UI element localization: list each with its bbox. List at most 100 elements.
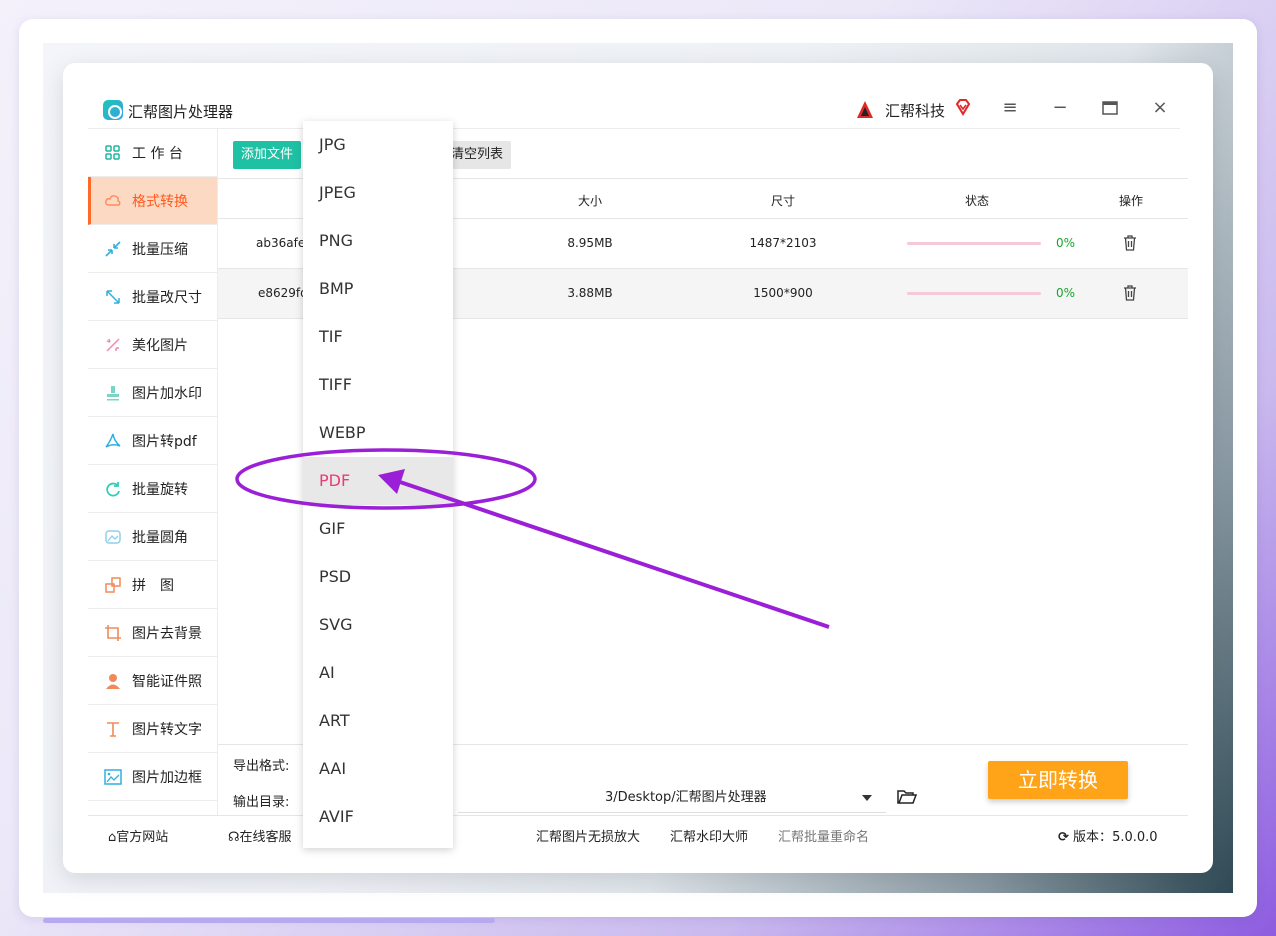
format-option-png[interactable]: PNG — [303, 217, 453, 265]
progress-percent: 0% — [1056, 236, 1076, 250]
refresh-icon: ⟳ — [1058, 830, 1069, 845]
sidebar: 工 作 台 格式转换 批量压缩 批量改尺寸 美化图片 图片加水印 图片转pdf — [88, 129, 218, 815]
headset-icon: ☊ — [228, 830, 240, 845]
format-option-pdf[interactable]: PDF — [303, 457, 453, 505]
frame-icon — [104, 768, 122, 786]
output-dir-select[interactable]: 3/Desktop/汇帮图片处理器 — [458, 783, 886, 813]
format-option-avif[interactable]: AVIF — [303, 793, 453, 841]
trash-icon[interactable] — [1123, 235, 1137, 251]
format-option-ai[interactable]: AI — [303, 649, 453, 697]
format-option-gif[interactable]: GIF — [303, 505, 453, 553]
format-option-webp[interactable]: WEBP — [303, 409, 453, 457]
column-header-status: 状态 — [964, 194, 990, 208]
file-size: 8.95MB — [567, 236, 613, 250]
crop-icon — [104, 624, 122, 642]
column-header-size: 大小 — [577, 194, 603, 208]
sidebar-item-label: 智能证件照 — [132, 673, 202, 690]
progress-percent: 0% — [1056, 286, 1076, 300]
format-option-art[interactable]: ART — [303, 697, 453, 745]
sidebar-item-resize[interactable]: 批量改尺寸 — [88, 273, 217, 321]
chevron-down-icon — [862, 795, 872, 801]
sidebar-item-label: 批量压缩 — [132, 241, 188, 258]
format-option-svg[interactable]: SVG — [303, 601, 453, 649]
sidebar-item-beautify[interactable]: 美化图片 — [88, 321, 217, 369]
format-option-jpg[interactable]: JPG — [303, 121, 453, 169]
compress-icon — [104, 240, 122, 258]
footer-link-rename[interactable]: 汇帮批量重命名 — [778, 826, 869, 845]
clear-list-button[interactable]: 清空列表 — [443, 141, 512, 169]
version-label: 版本： — [1073, 830, 1113, 845]
stamp-icon — [104, 384, 122, 402]
sidebar-item-label: 图片转pdf — [132, 433, 197, 450]
sidebar-item-rotate[interactable]: 批量旋转 — [88, 465, 217, 513]
file-name: ab36afe — [256, 236, 306, 250]
rotate-icon — [104, 480, 122, 498]
maximize-icon[interactable] — [1099, 97, 1121, 119]
puzzle-icon — [104, 576, 122, 594]
close-icon[interactable]: × — [1149, 97, 1171, 119]
progress-bar — [907, 292, 1041, 295]
sidebar-item-label: 拼 图 — [132, 577, 174, 594]
add-file-button[interactable]: 添加文件 — [233, 141, 302, 169]
footer-link-upscale[interactable]: 汇帮图片无损放大 — [536, 826, 640, 845]
sidebar-item-workbench[interactable]: 工 作 台 — [88, 129, 217, 177]
sidebar-item-watermark[interactable]: 图片加水印 — [88, 369, 217, 417]
website-link[interactable]: ⌂官方网站 — [108, 826, 168, 845]
sidebar-item-puzzle[interactable]: 拼 图 — [88, 561, 217, 609]
footer: ⌂官方网站 ☊在线客服 汇帮图片无损放大 汇帮水印大师 汇帮批量重命名 ⟳ 版本… — [88, 815, 1188, 852]
column-header-actions: 操作 — [1118, 194, 1144, 208]
brand-name: 汇帮科技 — [885, 102, 946, 120]
beautify-icon — [104, 336, 122, 354]
sidebar-item-round-corner[interactable]: 批量圆角 — [88, 513, 217, 561]
format-option-tiff[interactable]: TIFF — [303, 361, 453, 409]
brand-logo-icon — [857, 101, 873, 118]
convert-now-button[interactable]: 立即转换 — [988, 761, 1128, 799]
version-info: ⟳ 版本：5.0.0.0 — [1058, 826, 1158, 845]
sidebar-item-remove-background[interactable]: 图片去背景 — [88, 609, 217, 657]
format-dropdown: JPG JPEG PNG BMP TIF TIFF WEBP PDF GIF P… — [303, 121, 453, 848]
vip-diamond-icon[interactable] — [954, 98, 972, 116]
format-option-jpeg[interactable]: JPEG — [303, 169, 453, 217]
person-icon — [104, 672, 122, 690]
sidebar-item-to-pdf[interactable]: 图片转pdf — [88, 417, 217, 465]
file-name: e8629fd — [258, 286, 308, 300]
sidebar-item-label: 批量圆角 — [132, 529, 188, 546]
footer-link-watermark[interactable]: 汇帮水印大师 — [670, 826, 748, 845]
format-option-tif[interactable]: TIF — [303, 313, 453, 361]
menu-icon[interactable]: ≡ — [999, 97, 1021, 119]
sidebar-item-id-photo[interactable]: 智能证件照 — [88, 657, 217, 705]
app-logo-icon — [103, 100, 123, 120]
scroll-indicator[interactable] — [43, 918, 495, 923]
sidebar-item-label: 美化图片 — [132, 337, 188, 354]
folder-icon[interactable] — [897, 789, 917, 805]
format-option-bmp[interactable]: BMP — [303, 265, 453, 313]
sidebar-item-add-frame[interactable]: 图片加边框 — [88, 753, 217, 801]
resize-icon — [104, 288, 122, 306]
pdf-icon — [104, 432, 122, 450]
file-dimensions: 1487*2103 — [749, 236, 817, 250]
sidebar-item-compress[interactable]: 批量压缩 — [88, 225, 217, 273]
trash-icon[interactable] — [1123, 285, 1137, 301]
sidebar-item-label: 格式转换 — [132, 193, 188, 210]
column-header-dimensions: 尺寸 — [770, 194, 796, 208]
format-option-psd[interactable]: PSD — [303, 553, 453, 601]
support-link[interactable]: ☊在线客服 — [228, 826, 292, 845]
sidebar-item-label: 图片去背景 — [132, 625, 202, 642]
grid-icon — [104, 144, 122, 162]
app-title: 汇帮图片处理器 — [128, 103, 234, 121]
title-bar: 汇帮图片处理器 汇帮科技 ≡ − × — [63, 63, 1213, 129]
export-format-label: 导出格式: — [233, 759, 290, 774]
sidebar-item-label: 图片加边框 — [132, 769, 202, 786]
file-size: 3.88MB — [567, 286, 613, 300]
sidebar-item-label: 图片加水印 — [132, 385, 202, 402]
sidebar-item-format-convert[interactable]: 格式转换 — [88, 177, 217, 225]
output-dir-label: 输出目录: — [233, 795, 290, 810]
sidebar-item-label: 批量改尺寸 — [132, 289, 202, 306]
minimize-icon[interactable]: − — [1049, 97, 1071, 119]
app-window: 汇帮图片处理器 汇帮科技 ≡ − × 工 作 台 格式转换 批量压缩 批量改尺寸… — [63, 63, 1213, 873]
text-icon — [104, 720, 122, 738]
format-option-aai[interactable]: AAI — [303, 745, 453, 793]
sidebar-item-to-text[interactable]: 图片转文字 — [88, 705, 217, 753]
version-number: 5.0.0.0 — [1112, 830, 1158, 845]
file-dimensions: 1500*900 — [753, 286, 813, 300]
